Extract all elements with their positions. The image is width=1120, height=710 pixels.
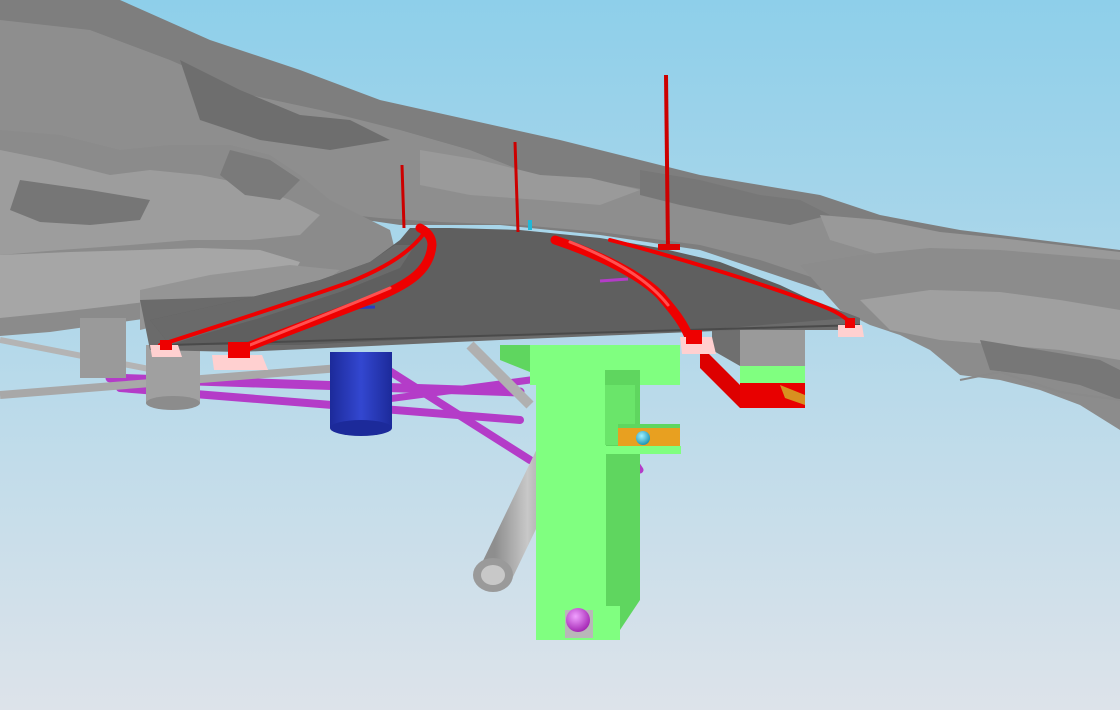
storage-tank[interactable] — [330, 352, 392, 436]
far-end-marker — [528, 220, 532, 230]
3d-viewport[interactable] — [0, 0, 1120, 710]
cyan-marker[interactable] — [636, 431, 650, 445]
magenta-ball[interactable] — [566, 608, 590, 632]
scene-canvas[interactable] — [0, 0, 1120, 710]
